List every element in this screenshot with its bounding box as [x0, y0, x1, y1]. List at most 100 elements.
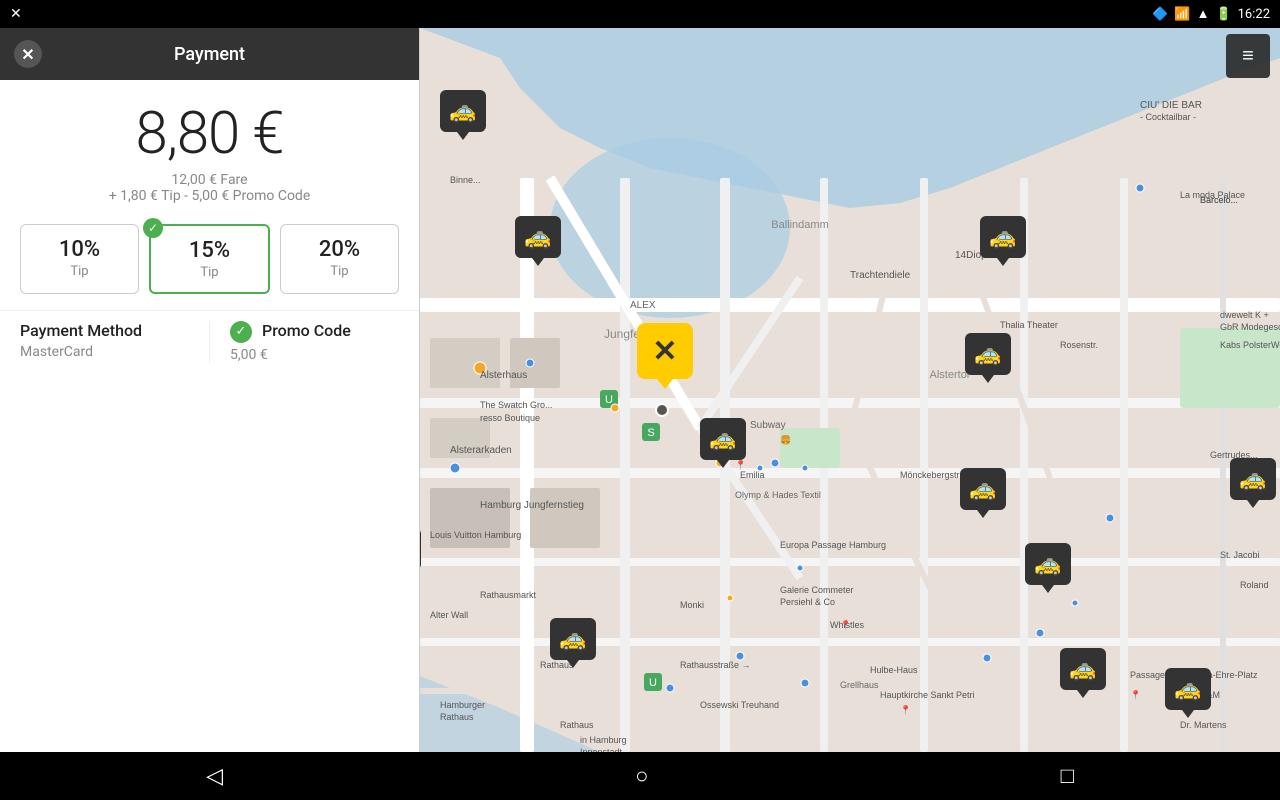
tip-15-percent: 15%	[151, 238, 268, 263]
payment-divider	[209, 321, 210, 363]
home-button[interactable]: ○	[635, 763, 648, 789]
main-price: 8,80 €	[20, 100, 399, 168]
payment-method-section[interactable]: Payment Method MasterCard	[20, 321, 199, 360]
tip-20-percent: 20%	[281, 237, 398, 262]
svg-text:Olymp & Hades Textil: Olymp & Hades Textil	[735, 490, 821, 500]
hamburger-menu-button[interactable]: ≡	[1226, 34, 1270, 78]
promo-code-section[interactable]: ✓ Promo Code 5,00 €	[220, 321, 399, 363]
svg-text:📍: 📍	[900, 704, 911, 715]
nav-bar: ◁ ○ □	[0, 752, 1280, 800]
status-bar: ✕ 🔷 📶 ▲ 🔋 16:22	[0, 0, 1280, 28]
svg-text:St. Jacobi: St. Jacobi	[1220, 550, 1260, 560]
modal-title: Payment	[174, 44, 245, 65]
taxi-icon: 🚕	[1174, 677, 1201, 702]
price-section: 8,80 € 12,00 € Fare + 1,80 € Tip - 5,00 …	[0, 80, 419, 214]
promo-code-header: ✓ Promo Code	[230, 321, 399, 343]
taxi-marker-14: 🚕	[1060, 648, 1106, 690]
svg-text:dwewelt K +: dwewelt K +	[1220, 310, 1269, 320]
hamburger-icon: ≡	[1242, 45, 1254, 68]
taxi-marker-5: 🚕	[965, 333, 1011, 375]
svg-text:Hamburger: Hamburger	[440, 700, 485, 710]
svg-text:Europa Passage Hamburg: Europa Passage Hamburg	[780, 540, 886, 550]
payment-method-value: MasterCard	[20, 344, 189, 360]
recents-button[interactable]: □	[1061, 763, 1074, 789]
close-icon: ✕	[21, 45, 34, 64]
taxi-marker-6: 🚕	[700, 418, 746, 460]
tip-selected-check: ✓	[143, 218, 163, 238]
taxi-marker-13: 🚕	[550, 618, 596, 660]
svg-text:S: S	[647, 427, 654, 439]
taxi-marker-4: 🚕	[980, 216, 1026, 258]
svg-text:Louis Vuitton Hamburg: Louis Vuitton Hamburg	[430, 530, 521, 540]
taxi-icon: 🚕	[559, 627, 586, 652]
svg-text:Kabs PolsterWelt: Kabs PolsterWelt	[1220, 340, 1280, 350]
fare-detail: 12,00 € Fare	[20, 172, 399, 188]
modal-header: ✕ Payment	[0, 28, 419, 80]
svg-text:Hauptkirche Sankt Petri: Hauptkirche Sankt Petri	[880, 690, 975, 700]
svg-text:Grellhaus: Grellhaus	[840, 680, 879, 690]
taxi-icon: 🚕	[1239, 467, 1266, 492]
taxi-icon: 🚕	[989, 225, 1016, 250]
svg-text:Rathausstraße →: Rathausstraße →	[680, 660, 751, 670]
taxi-marker-16: 🚕	[1165, 668, 1211, 710]
taxi-icon: 🚕	[1069, 657, 1096, 682]
svg-text:U: U	[649, 677, 657, 689]
taxi-marker-11: 🚕	[1025, 543, 1071, 585]
tip-10-percent: 10%	[21, 237, 138, 262]
tip-20-button[interactable]: 20% Tip	[280, 224, 399, 294]
taxi-marker-3: 🚕	[515, 216, 561, 258]
taxi-icon: 🚕	[449, 99, 476, 124]
svg-text:Thalia Theater: Thalia Theater	[1000, 320, 1058, 330]
svg-text:Binne...: Binne...	[450, 175, 481, 185]
svg-text:Rathaus: Rathaus	[560, 720, 594, 730]
modal-close-button[interactable]: ✕	[14, 40, 42, 68]
taxi-marker-1: 🚕	[440, 90, 486, 132]
promo-check-icon: ✓	[230, 321, 252, 343]
svg-text:Ballindamm: Ballindamm	[771, 219, 828, 231]
svg-text:Subway: Subway	[750, 420, 786, 431]
svg-text:Rathaus: Rathaus	[440, 712, 474, 722]
status-left: ✕	[10, 6, 22, 22]
svg-text:in Hamburg: in Hamburg	[580, 735, 627, 745]
tip-15-label: Tip	[151, 265, 268, 280]
svg-text:Hulbe-Haus: Hulbe-Haus	[870, 665, 918, 675]
signal-icon: 📶	[1174, 7, 1190, 22]
svg-text:🍔: 🍔	[780, 434, 791, 445]
svg-text:Persiehl & Co: Persiehl & Co	[780, 597, 835, 607]
svg-text:Alsterarkaden: Alsterarkaden	[450, 445, 512, 456]
svg-text:ALEX: ALEX	[630, 300, 656, 311]
svg-text:Alsterhaus: Alsterhaus	[480, 370, 527, 381]
tip-10-button[interactable]: 10% Tip	[20, 224, 139, 294]
svg-text:U: U	[605, 394, 613, 406]
svg-text:- Cocktailbar -: - Cocktailbar -	[1140, 112, 1196, 122]
taxi-icon: 🚕	[974, 342, 1001, 367]
svg-text:Monki: Monki	[680, 600, 704, 610]
status-right: 🔷 📶 ▲ 🔋 16:22	[1152, 6, 1270, 22]
svg-text:CIU' DIE BAR: CIU' DIE BAR	[1140, 100, 1202, 111]
battery-icon: 🔋	[1215, 7, 1231, 22]
svg-text:The Swatch Gro...: The Swatch Gro...	[480, 400, 553, 410]
svg-text:Rathausmarkt: Rathausmarkt	[480, 590, 537, 600]
taxi-icon: 🚕	[969, 477, 996, 502]
back-button[interactable]: ◁	[206, 764, 223, 789]
taxi-icon: 🚕	[709, 427, 736, 452]
svg-text:Hamburg Jungfernstieg: Hamburg Jungfernstieg	[480, 500, 584, 511]
svg-text:Emilia: Emilia	[740, 470, 765, 480]
svg-text:Roland: Roland	[1240, 580, 1269, 590]
svg-text:resso Boutique: resso Boutique	[480, 413, 540, 423]
x-icon: ✕	[10, 6, 22, 22]
svg-text:📍: 📍	[735, 459, 746, 470]
taxi-icon: 🚕	[524, 225, 551, 250]
payment-method-header: Payment Method	[20, 321, 189, 340]
svg-text:Rosenstr.: Rosenstr.	[1060, 340, 1098, 350]
tip-15-button[interactable]: ✓ 15% Tip	[149, 224, 270, 294]
time-display: 16:22	[1238, 7, 1270, 22]
svg-text:GbR Modegesch...: GbR Modegesch...	[1220, 322, 1280, 332]
bluetooth-icon: 🔷	[1152, 7, 1168, 22]
svg-text:Dr. Martens: Dr. Martens	[1180, 720, 1227, 730]
tip-20-label: Tip	[281, 264, 398, 279]
svg-text:Trachtendiele: Trachtendiele	[850, 270, 911, 281]
logo-marker: ✕	[637, 323, 693, 379]
svg-text:📍: 📍	[1130, 689, 1141, 700]
location-dot	[655, 403, 669, 417]
